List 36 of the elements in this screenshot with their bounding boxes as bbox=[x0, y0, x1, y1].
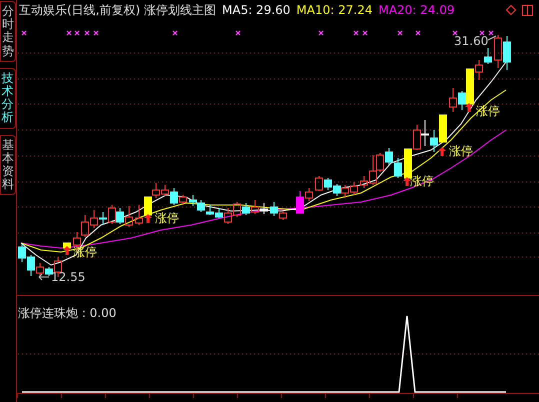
cross-mark-icon bbox=[236, 30, 240, 36]
cross-mark-icon bbox=[416, 30, 420, 36]
cross-mark-icon bbox=[66, 30, 72, 36]
diamond-icon[interactable] bbox=[506, 5, 516, 15]
sidebar-tab[interactable]: 分时走势 bbox=[0, 1, 16, 62]
cross-mark-icon bbox=[22, 30, 26, 36]
cross-mark-icon bbox=[354, 30, 358, 36]
cross-mark-icon bbox=[488, 30, 494, 36]
leader-line bbox=[488, 36, 496, 40]
cross-mark-icon bbox=[362, 30, 368, 36]
up-arrow-icon bbox=[144, 214, 152, 223]
up-arrow-icon bbox=[403, 177, 411, 186]
up-arrow-icon bbox=[63, 246, 71, 255]
chart-title: 互动娱乐(日线,前复权) 涨停划线主图 bbox=[19, 3, 216, 17]
cross-mark-icon bbox=[398, 30, 402, 36]
moving-average-value: MA20: 24.09 bbox=[378, 3, 455, 17]
moving-average-value: MA5: 29.60 bbox=[222, 3, 290, 17]
limit-up-label: 涨停 bbox=[449, 145, 473, 158]
low-price-label: 12.55 bbox=[51, 271, 86, 284]
cross-mark-icon bbox=[318, 30, 324, 36]
high-price-label: 31.60 bbox=[454, 35, 488, 48]
cross-mark-icon bbox=[480, 30, 484, 36]
up-arrow-icon bbox=[438, 147, 446, 156]
indicator-label: 涨停连珠炮 : 0.00 bbox=[18, 306, 116, 320]
cross-mark-icon bbox=[84, 30, 90, 36]
limit-up-label: 涨停 bbox=[155, 212, 179, 225]
up-arrow-icon bbox=[465, 103, 473, 112]
cross-mark-icon bbox=[452, 30, 458, 36]
sidebar-tab[interactable]: 基本资料 bbox=[0, 134, 16, 196]
cross-mark-icon bbox=[172, 30, 178, 36]
cross-mark-icon bbox=[74, 30, 80, 36]
moving-average-value: MA10: 27.24 bbox=[296, 3, 372, 17]
window-icon[interactable] bbox=[522, 4, 533, 16]
cross-mark-icon bbox=[94, 30, 98, 36]
sidebar-tab[interactable]: 技术分析 bbox=[0, 68, 16, 128]
left-arrow-icon bbox=[38, 274, 50, 280]
